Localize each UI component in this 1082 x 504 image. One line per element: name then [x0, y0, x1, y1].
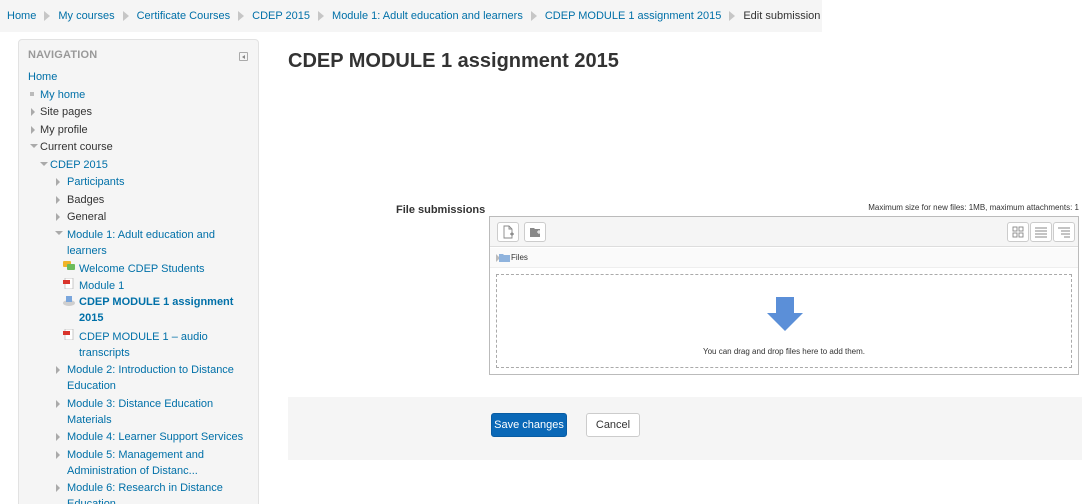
- add-file-button[interactable]: [497, 222, 519, 242]
- dock-block-icon[interactable]: [239, 52, 248, 61]
- breadcrumb-my-courses[interactable]: My courses: [58, 10, 114, 22]
- expand-arrow-icon[interactable]: [56, 451, 60, 459]
- collapse-arrow-icon[interactable]: [30, 144, 38, 148]
- grid-view-icon: [1012, 226, 1024, 238]
- nav-audio-transcripts-cont[interactable]: transcripts: [79, 345, 130, 361]
- collapse-arrow-icon[interactable]: [40, 162, 48, 166]
- nav-my-home[interactable]: My home: [40, 87, 85, 103]
- collapse-arrow-icon[interactable]: [55, 231, 63, 235]
- breadcrumb-separator-icon: [122, 11, 129, 21]
- pdf-icon: [63, 329, 74, 340]
- expand-arrow-icon[interactable]: [56, 484, 60, 492]
- nav-module-2-cont[interactable]: Education: [67, 378, 116, 394]
- tree-view-icon: [1058, 227, 1070, 238]
- nav-my-profile[interactable]: My profile: [40, 122, 88, 138]
- nav-welcome[interactable]: Welcome CDEP Students: [79, 261, 205, 277]
- nav-module-1-cont[interactable]: learners: [67, 243, 107, 259]
- view-list-button[interactable]: [1030, 222, 1052, 242]
- expand-arrow-icon[interactable]: [56, 400, 60, 408]
- expand-arrow-icon[interactable]: [56, 433, 60, 441]
- nav-module-1-resource[interactable]: Module 1: [79, 278, 124, 294]
- cancel-button[interactable]: Cancel: [586, 413, 640, 437]
- file-path-bar: Files: [490, 248, 1078, 268]
- expand-arrow-icon[interactable]: [56, 213, 60, 221]
- nav-module-5-cont[interactable]: Administration of Distanc...: [67, 463, 198, 479]
- drop-zone[interactable]: You can drag and drop files here to add …: [496, 274, 1072, 368]
- nav-general[interactable]: General: [67, 209, 106, 225]
- nav-module-3-cont[interactable]: Materials: [67, 412, 112, 428]
- max-size-note: Maximum size for new files: 1MB, maximum…: [868, 203, 1079, 212]
- view-tree-button[interactable]: [1053, 222, 1075, 242]
- create-folder-button[interactable]: [524, 222, 546, 242]
- breadcrumb-separator-icon: [44, 11, 51, 21]
- breadcrumb-separator-icon: [318, 11, 325, 21]
- forum-icon: [63, 261, 75, 270]
- nav-assignment-cont[interactable]: 2015: [79, 310, 103, 326]
- nav-home[interactable]: Home: [28, 69, 57, 85]
- nav-assignment[interactable]: CDEP MODULE 1 assignment: [79, 294, 233, 310]
- breadcrumb-module[interactable]: Module 1: Adult education and learners: [332, 10, 523, 22]
- nav-current-course[interactable]: Current course: [40, 139, 113, 155]
- list-view-icon: [1035, 227, 1047, 238]
- nav-module-4[interactable]: Module 4: Learner Support Services: [67, 429, 243, 445]
- expand-arrow-icon[interactable]: [56, 178, 60, 186]
- navigation-block: NAVIGATION Home My home Site pages My pr…: [18, 39, 259, 504]
- nav-audio-transcripts[interactable]: CDEP MODULE 1 – audio: [79, 329, 208, 345]
- nav-module-6[interactable]: Module 6: Research in Distance: [67, 480, 223, 496]
- nav-badges[interactable]: Badges: [67, 192, 104, 208]
- breadcrumb-course[interactable]: CDEP 2015: [252, 10, 310, 22]
- assignment-icon: [63, 296, 75, 306]
- view-icons-button[interactable]: [1007, 222, 1029, 242]
- add-file-icon: [503, 225, 514, 239]
- expand-arrow-icon[interactable]: [31, 126, 35, 134]
- breadcrumb: Home My courses Certificate Courses CDEP…: [0, 0, 822, 32]
- nav-course[interactable]: CDEP 2015: [50, 157, 108, 173]
- breadcrumb-home[interactable]: Home: [7, 10, 36, 22]
- expand-arrow-icon[interactable]: [56, 366, 60, 374]
- folder-icon: [530, 228, 541, 237]
- breadcrumb-assignment[interactable]: CDEP MODULE 1 assignment 2015: [545, 10, 722, 22]
- nav-module-6-cont[interactable]: Education: [67, 496, 116, 504]
- breadcrumb-separator-icon: [729, 11, 736, 21]
- save-changes-button[interactable]: Save changes: [491, 413, 567, 437]
- navigation-header: NAVIGATION: [28, 49, 98, 61]
- nav-module-5[interactable]: Module 5: Management and: [67, 447, 204, 463]
- page-title: CDEP MODULE 1 assignment 2015: [288, 50, 619, 72]
- breadcrumb-certificate-courses[interactable]: Certificate Courses: [137, 10, 231, 22]
- nav-module-3[interactable]: Module 3: Distance Education: [67, 396, 213, 412]
- nav-site-pages[interactable]: Site pages: [40, 104, 92, 120]
- nav-module-1[interactable]: Module 1: Adult education and: [67, 227, 215, 243]
- download-arrow-icon: [767, 297, 803, 331]
- file-manager-toolbar: [490, 217, 1078, 247]
- file-manager: Files You can drag and drop files here t…: [489, 216, 1079, 375]
- path-label-files[interactable]: Files: [511, 253, 528, 262]
- file-submissions-label: File submissions: [396, 204, 486, 216]
- breadcrumb-separator-icon: [238, 11, 245, 21]
- nav-participants[interactable]: Participants: [67, 174, 124, 190]
- expand-arrow-icon[interactable]: [56, 196, 60, 204]
- folder-icon: [499, 254, 510, 262]
- nav-module-2[interactable]: Module 2: Introduction to Distance: [67, 362, 234, 378]
- breadcrumb-separator-icon: [530, 11, 537, 21]
- drop-zone-text: You can drag and drop files here to add …: [702, 347, 866, 356]
- pdf-icon: [63, 278, 74, 289]
- form-buttons-area: Save changes Cancel: [288, 397, 1082, 460]
- expand-arrow-icon[interactable]: [31, 108, 35, 116]
- breadcrumb-current: Edit submission: [743, 10, 821, 22]
- bullet-icon: [30, 92, 34, 96]
